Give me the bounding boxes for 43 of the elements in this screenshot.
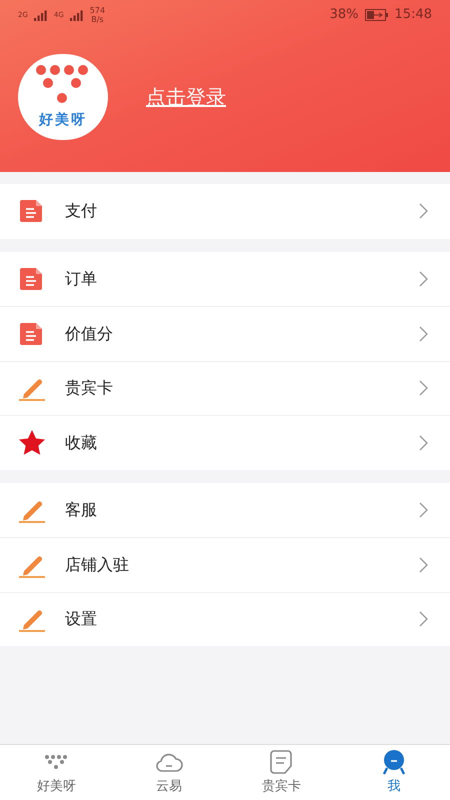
menu-label: 支付 bbox=[65, 200, 98, 222]
chevron-right-icon bbox=[419, 270, 428, 287]
menu-label: 价值分 bbox=[65, 322, 114, 345]
chevron-right-icon bbox=[419, 556, 428, 573]
menu-label: 客服 bbox=[65, 498, 98, 521]
menu-label: 订单 bbox=[65, 268, 98, 290]
menu-item[interactable]: 设置 bbox=[0, 592, 450, 646]
star-icon bbox=[18, 429, 46, 456]
note-icon bbox=[270, 750, 292, 774]
menu-item[interactable]: 支付 bbox=[0, 184, 450, 238]
chevron-right-icon bbox=[419, 434, 428, 451]
signal-icon bbox=[70, 10, 84, 20]
document-icon bbox=[19, 266, 45, 292]
menu-label: 收藏 bbox=[65, 432, 98, 454]
signal-icon bbox=[34, 10, 48, 20]
menu-item[interactable]: 店铺入驻 bbox=[0, 537, 450, 592]
clock-time: 15:48 bbox=[394, 6, 432, 24]
dots-icon bbox=[44, 754, 68, 770]
menu-label: 设置 bbox=[65, 608, 98, 630]
chevron-right-icon bbox=[419, 611, 428, 628]
speed-unit: B/s bbox=[91, 15, 104, 24]
document-icon bbox=[19, 198, 45, 224]
battery-percent: 38% bbox=[330, 6, 359, 24]
chevron-right-icon bbox=[419, 380, 428, 396]
menu-item[interactable]: 价值分 bbox=[0, 306, 450, 360]
document-icon bbox=[19, 320, 45, 347]
chevron-right-icon bbox=[419, 502, 428, 518]
speed-value: 574 bbox=[90, 6, 106, 15]
tab-item[interactable]: 好美呀 bbox=[0, 745, 112, 800]
menu-label: 店铺入驻 bbox=[65, 554, 130, 576]
chevron-right-icon bbox=[419, 326, 428, 342]
menu-item[interactable]: 收藏 bbox=[0, 415, 450, 470]
menu-item[interactable]: 订单 bbox=[0, 252, 450, 306]
menu-label: 贵宾卡 bbox=[65, 377, 114, 400]
logo-text: 好美呀 bbox=[39, 110, 87, 130]
menu-item[interactable]: 贵宾卡 bbox=[0, 360, 450, 415]
person-icon bbox=[380, 748, 407, 775]
menu-item[interactable]: 客服 bbox=[0, 482, 450, 537]
tab-item[interactable]: 云易 bbox=[112, 745, 225, 800]
chevron-right-icon bbox=[419, 203, 428, 220]
battery-icon bbox=[364, 9, 389, 21]
tab-item[interactable]: 我 bbox=[338, 745, 450, 800]
tab-item[interactable]: 贵宾卡 bbox=[225, 745, 338, 800]
